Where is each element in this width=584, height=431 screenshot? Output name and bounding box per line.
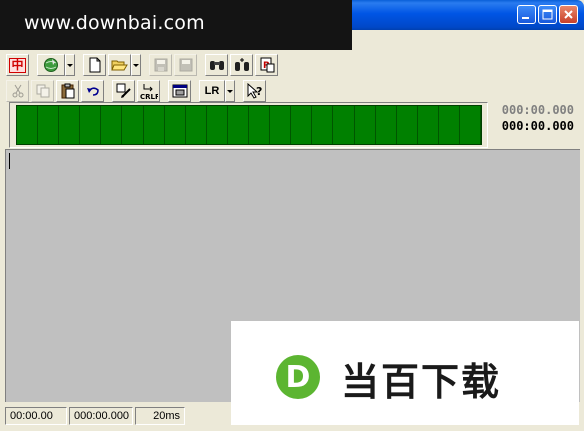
- svg-text:CRLF: CRLF: [140, 93, 158, 100]
- find-button[interactable]: [205, 54, 228, 76]
- maximize-button[interactable]: [538, 5, 557, 24]
- chevron-down-icon: [133, 63, 139, 67]
- new-file-button[interactable]: [83, 54, 106, 76]
- open-file-button[interactable]: [108, 54, 131, 76]
- text-caret: [9, 153, 10, 169]
- main-toolbar: 中 R: [6, 53, 280, 77]
- window-icon: [172, 84, 187, 98]
- chevron-down-icon: [227, 89, 233, 93]
- globe-button[interactable]: [37, 54, 65, 76]
- watermark-banner: www.downbai.com: [0, 0, 352, 50]
- brand-logo-icon: D: [276, 355, 320, 399]
- paste-button[interactable]: [56, 80, 79, 102]
- window-button[interactable]: [168, 80, 191, 102]
- status-bar: 00:00.00 000:00.000 20ms: [5, 407, 185, 427]
- chinese-char-icon: 中: [9, 57, 26, 73]
- status-time: 000:00.000: [69, 407, 133, 425]
- help-pointer-icon: ?: [247, 83, 262, 99]
- replace-icon: R: [260, 57, 274, 73]
- watermark-text: www.downbai.com: [24, 12, 205, 34]
- cut-button[interactable]: [6, 80, 29, 102]
- edit-toolbar: CRLF LR ?: [6, 79, 268, 103]
- save-as-icon: [179, 58, 192, 72]
- brand-text: 当百下载: [341, 360, 502, 404]
- copy-icon: [36, 84, 49, 98]
- status-interval: 20ms: [135, 407, 185, 425]
- find-next-button[interactable]: [230, 54, 253, 76]
- save-icon: [154, 58, 167, 72]
- meter-cells: [17, 106, 482, 144]
- maximize-icon: [542, 9, 553, 20]
- svg-text:?: ?: [256, 85, 262, 98]
- globe-icon: [44, 58, 58, 72]
- save-button[interactable]: [149, 54, 172, 76]
- chinese-mode-button[interactable]: 中: [6, 54, 29, 76]
- time-readout-top: 000:00.000: [501, 103, 574, 117]
- window-controls: [517, 5, 578, 24]
- save-as-button[interactable]: [174, 54, 197, 76]
- lr-label: LR: [204, 85, 220, 97]
- cut-icon: [12, 84, 23, 98]
- close-icon: [564, 10, 573, 19]
- time-readout-bottom: 000:00.000: [501, 119, 574, 133]
- lr-channel-button[interactable]: LR: [199, 80, 225, 102]
- undo-icon: [86, 87, 99, 96]
- replace-button[interactable]: R: [255, 54, 278, 76]
- chevron-down-icon: [67, 63, 73, 67]
- find-next-icon: [234, 58, 249, 71]
- crlf-button[interactable]: CRLF: [137, 80, 160, 102]
- minimize-button[interactable]: [517, 5, 536, 24]
- open-dropdown[interactable]: [131, 54, 141, 76]
- level-meter-frame: [9, 102, 488, 148]
- edit-tool-icon: [116, 83, 131, 98]
- brand-logo-letter: D: [286, 360, 311, 395]
- status-position: 00:00.00: [5, 407, 67, 425]
- find-icon: [209, 61, 224, 70]
- undo-button[interactable]: [81, 80, 104, 102]
- brand-watermark: D 当百下载: [231, 321, 579, 425]
- globe-dropdown[interactable]: [65, 54, 75, 76]
- edit-tool-button[interactable]: [112, 80, 135, 102]
- paste-icon: [61, 83, 74, 99]
- new-file-icon: [89, 57, 100, 73]
- lr-dropdown[interactable]: [225, 80, 235, 102]
- level-meter: [16, 105, 482, 145]
- open-folder-icon: [111, 60, 128, 71]
- minimize-icon: [522, 17, 529, 19]
- close-button[interactable]: [559, 5, 578, 24]
- copy-button[interactable]: [31, 80, 54, 102]
- context-help-button[interactable]: ?: [243, 80, 266, 102]
- crlf-icon: CRLF: [140, 84, 158, 100]
